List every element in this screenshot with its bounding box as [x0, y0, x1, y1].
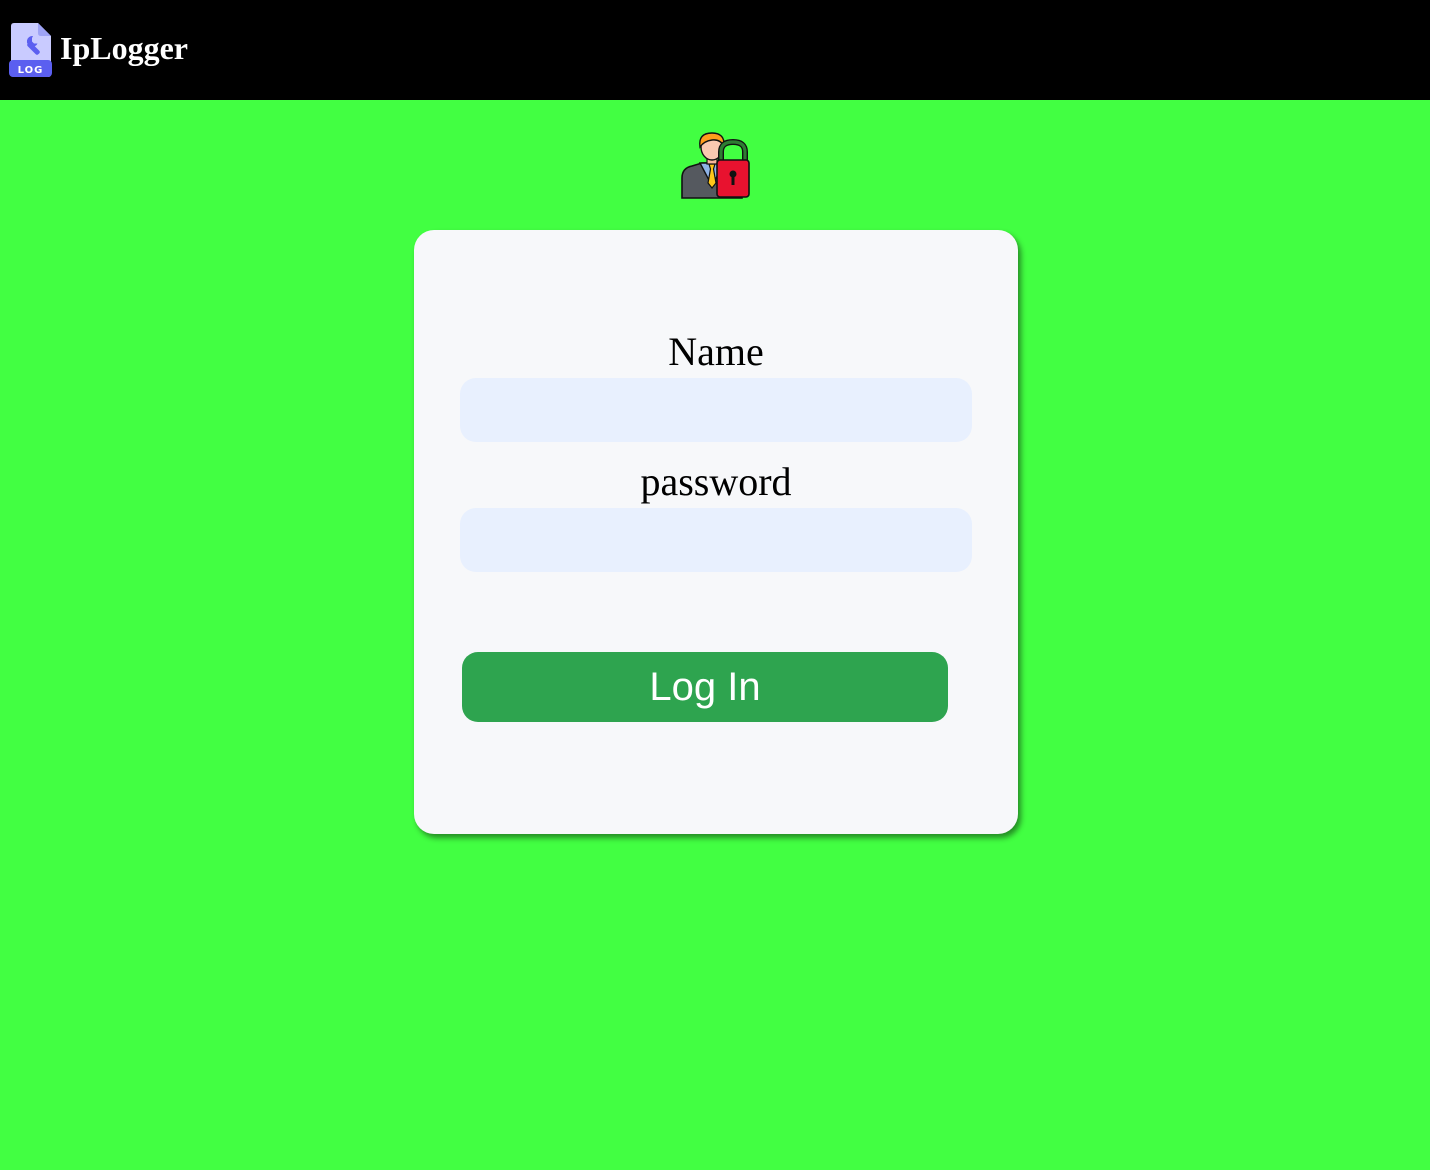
top-navbar: LOG IpLogger	[0, 0, 1430, 100]
logo-log-text: LOG	[18, 65, 44, 76]
password-label: password	[640, 459, 792, 504]
user-with-padlock-icon	[681, 132, 750, 199]
name-label: Name	[668, 329, 764, 374]
log-file-wrench-icon[interactable]: LOG	[8, 22, 52, 78]
app-title[interactable]: IpLogger	[60, 28, 188, 68]
login-card: Name password Log In	[414, 230, 1018, 834]
name-input[interactable]	[460, 378, 972, 442]
log-in-button[interactable]: Log In	[462, 652, 948, 722]
password-input[interactable]	[460, 508, 972, 572]
